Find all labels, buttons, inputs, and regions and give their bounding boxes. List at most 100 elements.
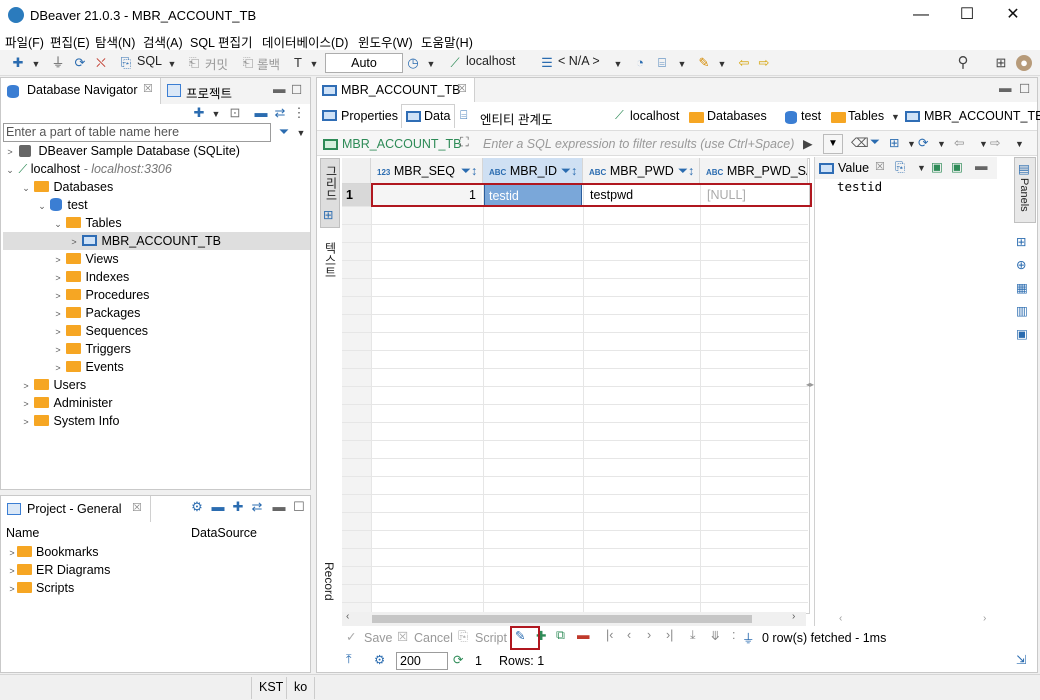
horizontal-scrollbar[interactable]: ‹ › [342,611,806,626]
active-schema-selector[interactable]: < N/A > [558,54,600,68]
column-header-mbr-pwd-salt[interactable]: ABC MBR_PWD_SA [700,158,808,184]
tree-item-users[interactable]: > Users [21,376,86,394]
connect-icon[interactable]: ⏚ [50,55,66,71]
filter-icon[interactable]: ⏷ [870,135,880,150]
new-folder-icon[interactable]: ⊡ [227,105,243,121]
minimize-panel-icon[interactable]: ▬ [273,82,286,96]
forward-navigation-icon[interactable]: ⇨ [756,55,772,71]
erase-filter-icon[interactable]: ⌫ [851,135,869,150]
open-perspective-icon[interactable]: ⊞ [993,55,1009,71]
breadcrumb-tables[interactable]: Tables [848,109,884,123]
sql-editor-icon[interactable]: ⎘ [118,55,134,71]
content-viewer-icon[interactable]: ⎘ [895,160,905,175]
breadcrumb-dropdown-icon[interactable]: ▼ [891,112,900,122]
history-dropdown-icon[interactable]: ▼ [423,55,439,71]
fetch-all-icon[interactable]: ⤋ [710,628,720,643]
cancel-button[interactable]: Cancel [414,631,453,645]
menu-search[interactable]: 검색(A) [143,32,183,51]
metadata-icon[interactable]: ⊞ [1016,234,1026,249]
sql-dropdown-icon[interactable]: ▼ [164,55,180,71]
maximize-button[interactable]: ☐ [944,0,990,31]
tree-item-procedures[interactable]: > Procedures [53,286,149,304]
filter-history-dropdown[interactable]: ▼ [823,134,843,154]
invalidate-icon[interactable]: ⟳ [72,55,88,71]
tab-project-general[interactable]: Project - General ☒ [1,496,151,522]
new-connection-icon[interactable]: ✚ [191,105,207,121]
tree-item-localhost[interactable]: ⌄ ⟋ localhost - localhost:3306 [5,160,172,178]
disconnect-icon[interactable]: ⛌ [93,55,109,71]
column-datasource[interactable]: DataSource [191,526,257,540]
collapse-icon[interactable]: ⌄ [53,215,63,233]
tree-item-events[interactable]: > Events [53,358,123,377]
save-button[interactable]: Save [364,631,393,645]
breadcrumb-table[interactable]: MBR_ACCOUNT_TB [924,109,1040,123]
first-page-icon[interactable]: |‹ [606,628,613,642]
menu-navigate[interactable]: 탐색(N) [95,32,135,51]
erd-dropdown-icon[interactable]: ▼ [674,55,690,71]
expand-icon[interactable]: > [7,562,17,580]
menu-database[interactable]: 데이터베이스(D) [262,32,348,51]
results-icon[interactable]: ▣ [1016,326,1028,341]
column-header-mbr-pwd[interactable]: ABC MBR_PWD ⏷↕ [583,158,700,184]
tree-item-sequences[interactable]: > Sequences [53,322,148,340]
copy-row-icon[interactable]: ⧉ [556,628,565,643]
expand-icon[interactable]: > [53,323,63,341]
filter-expression-input[interactable]: Enter a SQL expression to filter results… [483,137,794,151]
transaction-dropdown-icon[interactable]: ▼ [306,55,322,71]
tree-item-administer[interactable]: > Administer [21,394,112,413]
last-page-icon[interactable]: ›| [666,628,673,642]
tree-item-sample-db[interactable]: > DBeaver Sample Database (SQLite) [5,142,240,160]
expand-icon[interactable]: > [53,359,63,377]
panels-side-tab[interactable]: ▤ Panels [1014,157,1036,223]
filter-dropdown-icon[interactable]: ▼ [293,124,309,140]
tab-projects[interactable]: 프로젝트 [186,83,232,102]
close-value-panel-icon[interactable]: ☒ [875,160,885,173]
tree-item-mbr-account-tb[interactable]: > MBR_ACCOUNT_TB [3,232,310,250]
commit-button[interactable]: 커밋 [205,54,228,73]
filter-table-name[interactable]: MBR_ACCOUNT_TB [342,137,461,151]
menu-file[interactable]: 파일(F) [5,32,44,51]
expand-icon[interactable]: > [21,395,31,413]
expand-icon[interactable]: > [21,413,31,431]
minimize-editor-icon[interactable]: ▬ [999,81,1012,95]
minimize-panel-icon[interactable]: ▬ [271,499,287,515]
apply-filter-icon[interactable]: ▶ [803,136,813,151]
sort-filter-icon[interactable]: ⏷↕ [461,158,477,184]
scrollbar-thumb[interactable] [372,615,752,623]
column-name[interactable]: Name [6,526,39,540]
refresh-dropdown-icon[interactable]: ▼ [937,139,946,149]
vtab-grid[interactable]: 그리드 ⊞ [320,158,340,228]
export-icon[interactable]: ⤒ [346,652,352,667]
tree-item-databases[interactable]: ⌄ Databases [21,178,113,196]
row-number[interactable]: 1 [342,184,371,206]
dashboard-icon[interactable]: ◔ [632,55,648,71]
expand-icon[interactable]: > [7,544,17,562]
erd-icon[interactable]: ⌸ [654,55,670,71]
forward-icon[interactable]: ⇨ [990,135,1000,150]
collapse-icon[interactable]: ⌄ [21,179,31,197]
add-icon[interactable]: ✚ [230,499,246,515]
refresh-icon[interactable]: ⟳ [918,135,928,150]
tree-item-packages[interactable]: > Packages [53,304,140,322]
sort-filter-icon[interactable]: ⏷↕ [561,158,577,184]
vtab-text[interactable]: 텍스트 [320,238,340,308]
fetch-size-input[interactable]: 200 [396,652,448,670]
back-dropdown-icon[interactable]: ▼ [979,139,988,149]
auto-refresh-icon[interactable]: ⟳ [453,652,463,667]
minimize-value-icon[interactable]: ▬ [975,159,988,173]
vtab-record[interactable]: Record [320,562,340,622]
configure-icon[interactable]: ⚙ [189,499,205,515]
tree-item-system-info[interactable]: > System Info [21,412,119,430]
breadcrumb-databases[interactable]: Databases [707,109,767,123]
grouping-icon[interactable]: ▦ [1016,280,1028,295]
project-item-bookmarks[interactable]: > Bookmarks [7,543,98,562]
close-tab-icon[interactable]: ☒ [143,82,153,95]
tree-item-test[interactable]: ⌄ test [37,196,88,214]
save-value-icon[interactable]: ▣ [931,159,943,174]
schema-dropdown-icon[interactable]: ▼ [610,55,626,71]
subtab-data[interactable]: Data [401,104,455,128]
history-icon[interactable]: ◷ [405,55,421,71]
expand-icon[interactable]: > [53,287,63,305]
delete-row-icon[interactable]: ▬ [577,628,590,642]
search-icon[interactable]: ⚲ [955,55,971,71]
